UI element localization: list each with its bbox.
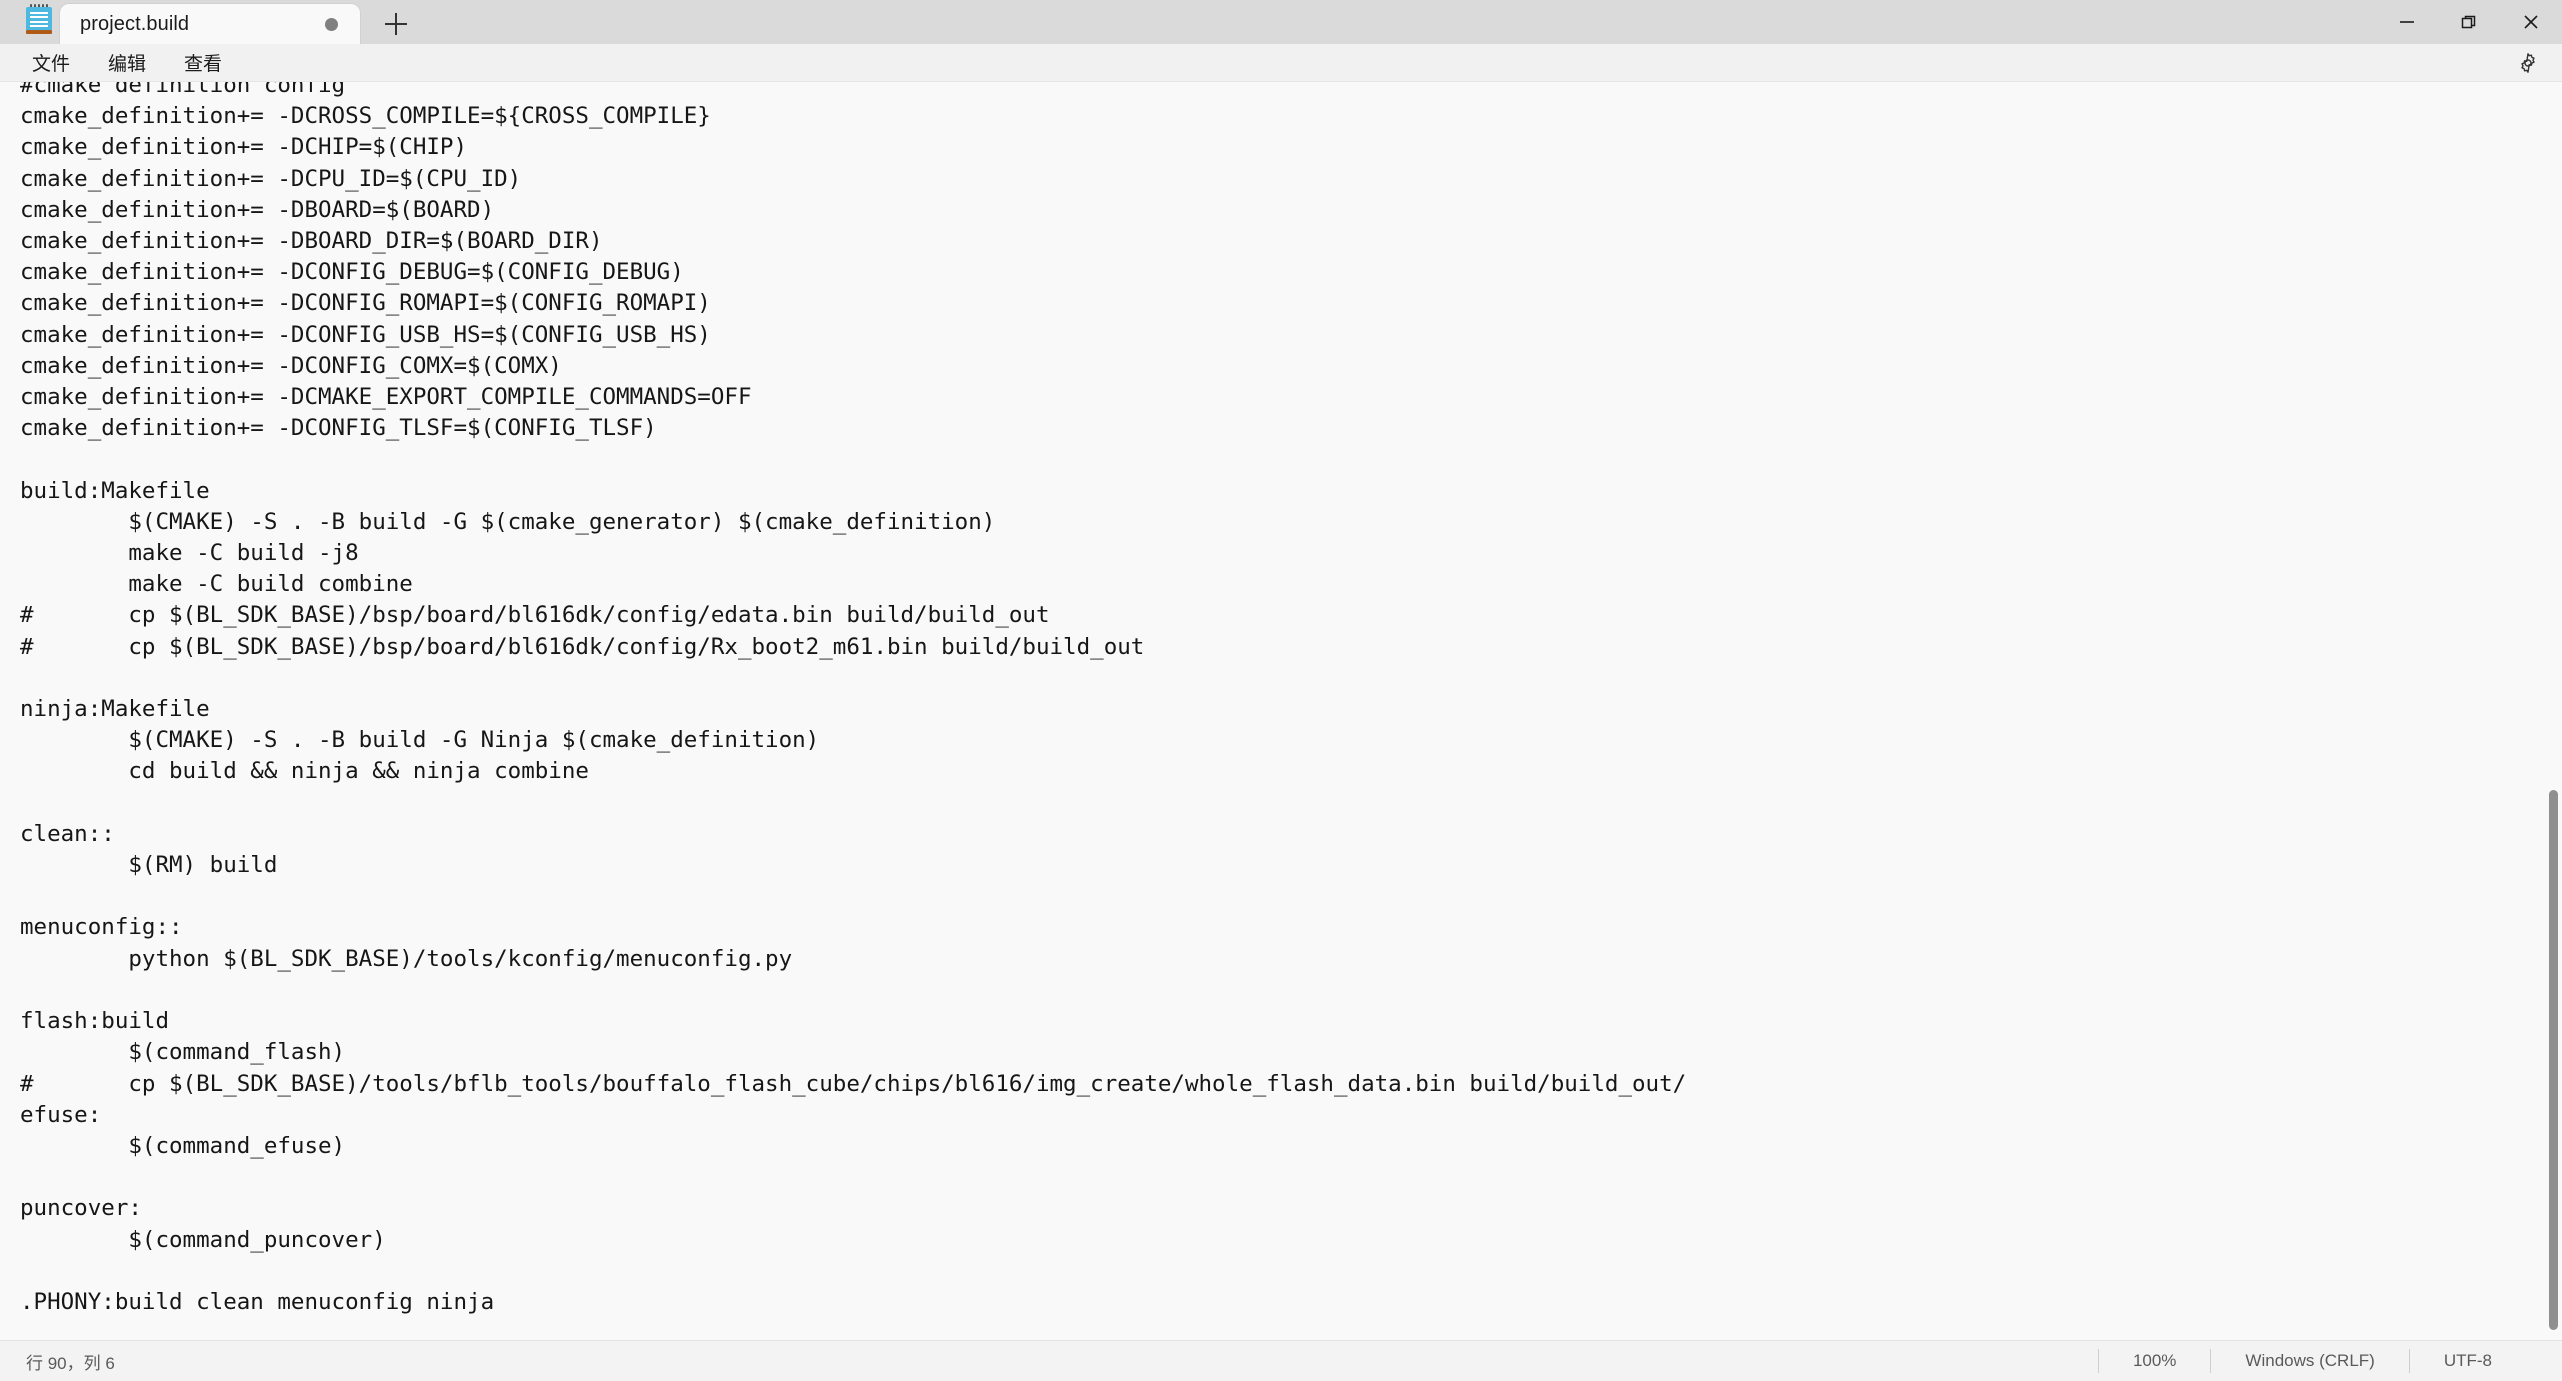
tab-title: project.build — [80, 12, 190, 35]
status-line-ending[interactable]: Windows (CRLF) — [2210, 1349, 2408, 1373]
vertical-scrollbar-thumb[interactable] — [2549, 790, 2558, 1330]
menu-item-view[interactable]: 查看 — [170, 46, 236, 79]
tab-strip: project.build — [60, 0, 432, 44]
menu-bar: 文件 编辑 查看 — [0, 44, 2562, 82]
status-zoom[interactable]: 100% — [2097, 1349, 2210, 1373]
tab-modified-dot[interactable] — [325, 17, 338, 31]
status-bar: 行 90，列 6 100% Windows (CRLF) UTF-8 — [0, 1340, 2562, 1381]
new-tab-button[interactable] — [360, 4, 432, 44]
maximize-button[interactable] — [2438, 0, 2500, 44]
status-encoding[interactable]: UTF-8 — [2408, 1349, 2562, 1373]
minimize-button[interactable] — [2376, 0, 2438, 44]
tab-project-build[interactable]: project.build — [60, 4, 360, 44]
menu-item-edit[interactable]: 编辑 — [94, 46, 160, 79]
notepad-icon — [18, 0, 60, 41]
status-cursor-position: 行 90，列 6 — [26, 1353, 115, 1373]
window-controls — [2376, 0, 2562, 44]
editor-area[interactable]: #cmake definition config cmake_definitio… — [0, 82, 2562, 1340]
menu-item-file[interactable]: 文件 — [18, 46, 84, 79]
gear-icon[interactable] — [2508, 48, 2548, 78]
status-right-group: 100% Windows (CRLF) UTF-8 — [2097, 1341, 2562, 1381]
title-bar: project.build — [0, 0, 2562, 44]
plus-icon — [385, 13, 407, 35]
editor-text[interactable]: #cmake definition config cmake_definitio… — [0, 82, 2562, 1318]
close-button[interactable] — [2500, 0, 2562, 44]
